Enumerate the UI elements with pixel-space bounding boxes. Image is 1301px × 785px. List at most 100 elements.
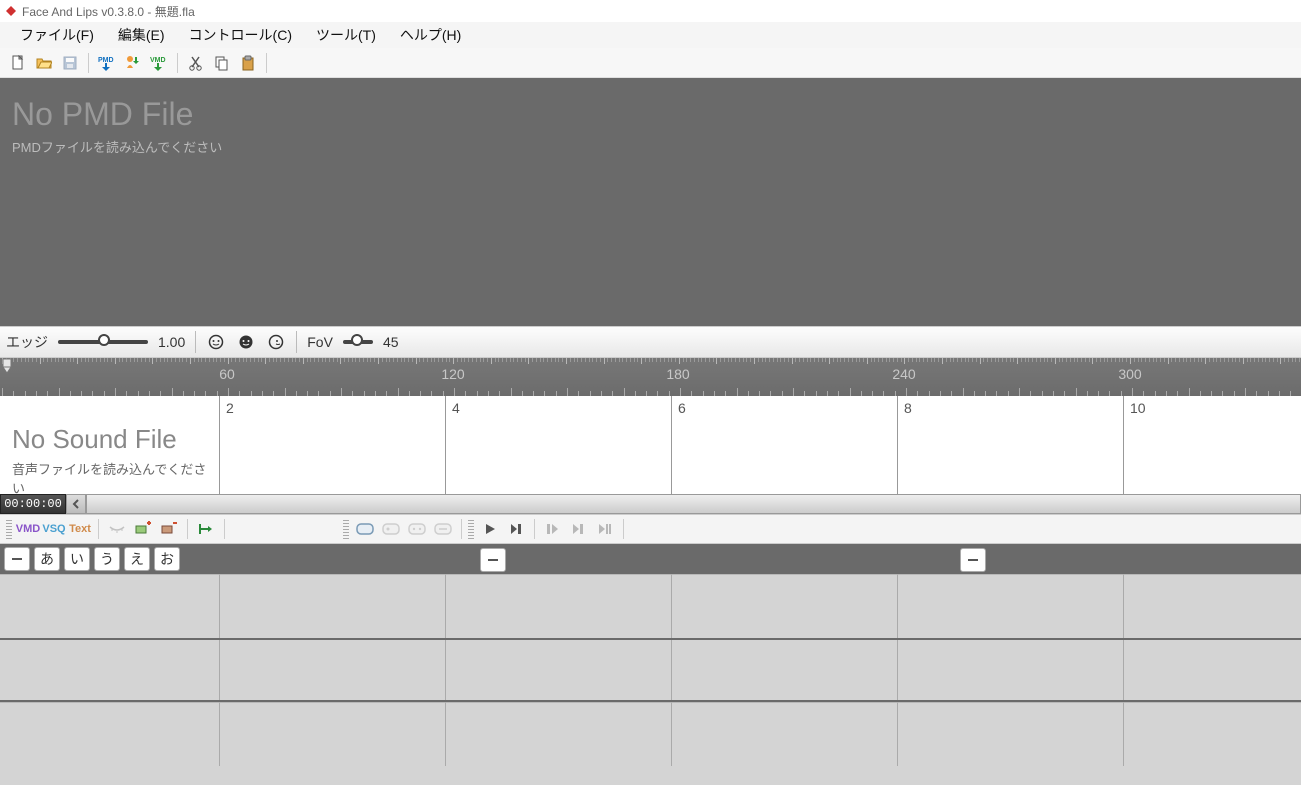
mouth-shape-1-button[interactable] [353,517,377,541]
toolbar-separator [266,53,267,73]
save-file-button[interactable] [58,51,82,75]
track-cell[interactable] [0,574,219,638]
frame-ruler-label: 240 [892,366,915,382]
track-cell[interactable] [897,640,1123,700]
kana-o-button[interactable]: お [154,547,180,571]
kana-collapse-button[interactable] [4,547,30,571]
fov-slider[interactable] [343,340,373,344]
viewport-title: No PMD File [0,78,1301,133]
track-cell[interactable] [897,574,1123,638]
kana-row: あ い う え お [0,544,1301,574]
copy-icon [214,55,230,71]
open-file-button[interactable] [32,51,56,75]
vmd-icon: VMD [16,523,40,535]
toolbar-timeline: VMD VSQ Text [0,514,1301,544]
face-center-button[interactable] [236,332,256,352]
menubar: ファイル(F) 編集(E) コントロール(C) ツール(T) ヘルプ(H) [0,22,1301,48]
pmd-import-button[interactable]: PMD [95,51,119,75]
track-cell[interactable] [0,640,219,700]
track-cell[interactable] [219,640,445,700]
edge-slider[interactable] [58,340,148,344]
sound-title: No Sound File [12,424,218,455]
minus-icon [488,559,498,561]
cut-button[interactable] [184,51,208,75]
track-cell[interactable] [0,702,219,766]
track-cell[interactable] [1123,640,1301,700]
play-range-button[interactable] [567,517,591,541]
kana-i-button[interactable]: い [64,547,90,571]
separator [461,519,462,539]
new-file-icon [10,55,26,71]
copy-button[interactable] [210,51,234,75]
timecode-display: 00:00:00 [0,494,66,514]
insert-key-button[interactable] [131,517,155,541]
track-cell[interactable] [1123,574,1301,638]
kana-collapse-button[interactable] [960,548,986,572]
svg-text:PMD: PMD [98,57,114,64]
mouth-shape-2-icon [381,521,401,537]
track-row[interactable] [0,638,1301,702]
new-file-button[interactable] [6,51,30,75]
menu-file[interactable]: ファイル(F) [8,22,106,48]
play-range-start-button[interactable] [541,517,565,541]
track-cell[interactable] [445,640,671,700]
step-forward-icon [508,522,524,536]
menu-tool[interactable]: ツール(T) [304,22,388,48]
face-front-button[interactable] [206,332,226,352]
track-cell[interactable] [671,702,897,766]
frame-ruler[interactable]: 60120180240300 [0,358,1301,396]
sound-waveform[interactable] [218,418,1301,494]
seconds-ruler[interactable]: 246810 [0,396,1301,418]
open-file-icon [36,55,52,71]
menu-control[interactable]: コントロール(C) [177,22,304,48]
sound-area: No Sound File 音声ファイルを読み込んでください [0,418,1301,494]
eye-half-icon [108,523,126,535]
kana-u-button[interactable]: う [94,547,120,571]
frame-ruler-label: 300 [1118,366,1141,382]
minus-icon [968,559,978,561]
kana-collapse-button[interactable] [480,548,506,572]
track-cell[interactable] [1123,702,1301,766]
track-cell[interactable] [671,574,897,638]
seconds-ruler-label: 10 [1123,396,1301,418]
separator [98,519,99,539]
timeline-tracks[interactable] [0,574,1301,785]
track-cell[interactable] [897,702,1123,766]
blink-button[interactable] [105,517,129,541]
frame-ruler-label: 180 [666,366,689,382]
track-row[interactable] [0,702,1301,766]
remove-key-button[interactable] [157,517,181,541]
mouth-shape-2-button[interactable] [379,517,403,541]
scroll-left-button[interactable] [66,494,86,514]
menu-edit[interactable]: 編集(E) [106,22,177,48]
goto-key-button[interactable] [194,517,218,541]
model-import-button[interactable] [121,51,145,75]
play-range-end-button[interactable] [593,517,617,541]
save-file-icon [62,55,78,71]
menu-help[interactable]: ヘルプ(H) [388,22,473,48]
kana-a-button[interactable]: あ [34,547,60,571]
vmd-track-button[interactable]: VMD [16,517,40,541]
seconds-ruler-label: 2 [219,396,445,418]
track-cell[interactable] [219,702,445,766]
play-button[interactable] [478,517,502,541]
step-forward-button[interactable] [504,517,528,541]
face-side-button[interactable] [266,332,286,352]
track-cell[interactable] [219,574,445,638]
kana-e-button[interactable]: え [124,547,150,571]
vmd-import-button[interactable]: VMD [147,51,171,75]
text-track-button[interactable]: Text [68,517,92,541]
track-cell[interactable] [671,640,897,700]
svg-text:VMD: VMD [150,57,166,64]
track-cell[interactable] [445,574,671,638]
playhead-indicator[interactable] [2,358,14,377]
vsq-track-button[interactable]: VSQ [42,517,66,541]
track-row[interactable] [0,574,1301,638]
horizontal-scrollbar[interactable] [86,494,1301,514]
toolbar-grip [343,519,349,539]
track-cell[interactable] [445,702,671,766]
mouth-shape-4-button[interactable] [431,517,455,541]
toolbar-separator [88,53,89,73]
paste-button[interactable] [236,51,260,75]
mouth-shape-3-button[interactable] [405,517,429,541]
